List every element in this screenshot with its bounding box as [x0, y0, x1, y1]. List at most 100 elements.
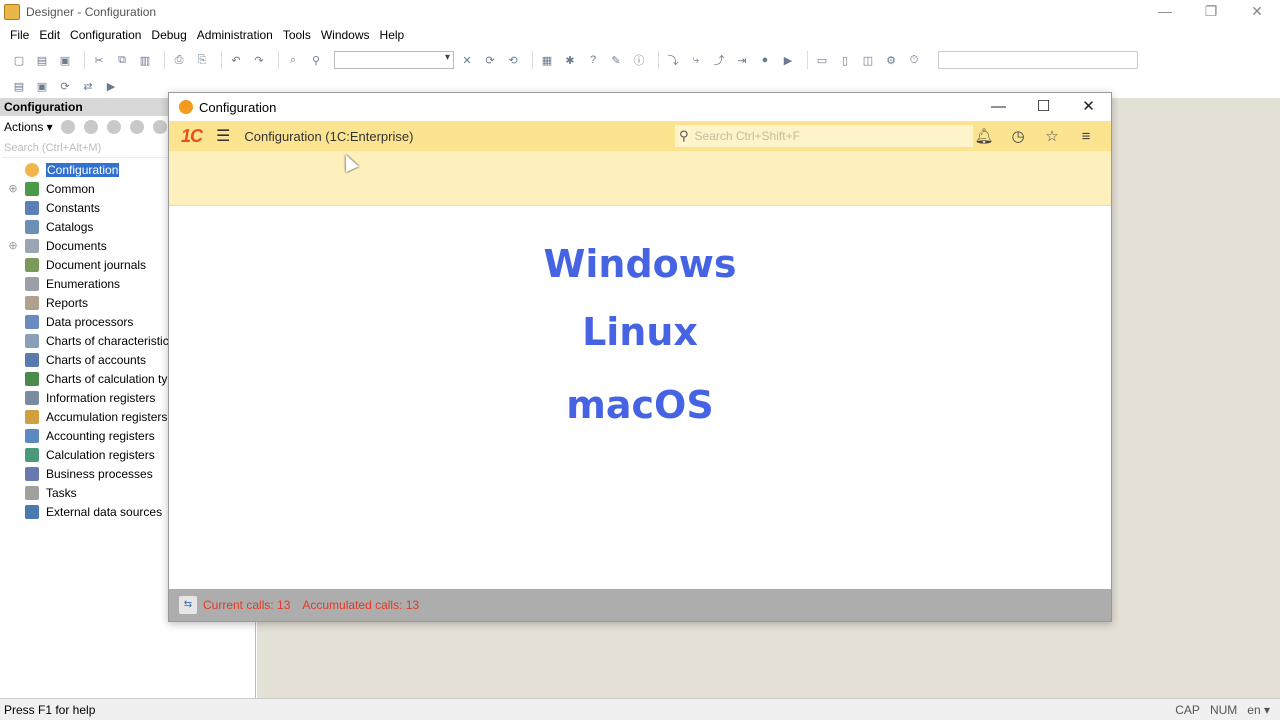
copy-icon[interactable]	[106, 120, 121, 134]
os-label-linux: Linux	[582, 310, 698, 354]
copy-icon[interactable]: ⧉	[113, 51, 131, 69]
bell-icon[interactable]: 🔔︎	[967, 127, 1001, 145]
hamburger-menu-icon[interactable]: ☰	[216, 126, 230, 146]
clear-search-icon[interactable]: ✕	[458, 51, 476, 69]
cascade-icon[interactable]: ◫	[859, 51, 877, 69]
tree-node-icon	[25, 409, 39, 424]
breakpoint-icon[interactable]: ●	[756, 51, 774, 69]
enterprise-close-button[interactable]: ✕	[1066, 93, 1111, 121]
add-icon[interactable]	[60, 120, 75, 134]
expand-icon[interactable]: ⊕	[7, 240, 19, 252]
tree-item-label: Tasks	[46, 485, 77, 500]
menu-administration[interactable]: Administration	[197, 28, 273, 42]
print-preview-icon[interactable]: ⎘	[193, 51, 211, 69]
menu-configuration[interactable]: Configuration	[70, 28, 141, 42]
paste-icon[interactable]: ▥	[136, 51, 154, 69]
debug-icon[interactable]: ✱	[561, 51, 579, 69]
search-icon: ⚲	[679, 128, 689, 143]
print-icon[interactable]: ⎙	[170, 51, 188, 69]
enterprise-content: Windows Linux macOS	[169, 206, 1111, 588]
header-icon-group: 🔔︎ ◷ ☆ ≡	[967, 121, 1103, 151]
menu-file[interactable]: File	[10, 28, 29, 42]
start-enterprise-icon[interactable]: ▶	[102, 77, 120, 95]
menu-windows[interactable]: Windows	[321, 28, 370, 42]
menu-debug[interactable]: Debug	[151, 28, 186, 42]
tools-icon[interactable]: ⚙	[882, 51, 900, 69]
info-icon[interactable]: ⓘ	[630, 51, 648, 69]
cut-icon[interactable]: ✂	[90, 51, 108, 69]
search-icon[interactable]: ⚲	[307, 51, 325, 69]
star-icon[interactable]: ☆	[1035, 127, 1069, 145]
delete-icon[interactable]	[129, 120, 144, 134]
menu-tools[interactable]: Tools	[283, 28, 311, 42]
server-calls-icon[interactable]: ⇆	[179, 596, 197, 614]
expand-icon[interactable]: ⊕	[7, 183, 19, 195]
tree-item-label: Data processors	[46, 314, 134, 329]
tree-item-label: Reports	[46, 295, 89, 310]
toolbar-divider	[278, 51, 279, 69]
edit-icon[interactable]	[83, 120, 98, 134]
search-placeholder: Search Ctrl+Shift+F	[694, 129, 800, 143]
step-over-icon[interactable]: ⤷	[687, 51, 705, 69]
tree-item-label: Enumerations	[46, 276, 121, 291]
expand-icon	[7, 468, 19, 480]
1c-app-icon	[179, 100, 193, 114]
enterprise-minimize-button[interactable]: —	[976, 93, 1021, 121]
enterprise-status-bar: ⇆ Current calls: 13 Accumulated calls: 1…	[169, 589, 1111, 621]
find-next-icon[interactable]: ⟳	[481, 51, 499, 69]
actions-button[interactable]: Actions ▾	[4, 120, 53, 134]
update-db-icon[interactable]: ⟳	[56, 77, 74, 95]
tree-item-label: Charts of accounts	[46, 352, 147, 367]
tree-item-label: Configuration	[46, 162, 120, 177]
new-icon[interactable]: ▢	[10, 51, 28, 69]
tree-item-label: Document journals	[46, 257, 147, 272]
designer-app-icon	[4, 4, 20, 20]
find-prev-icon[interactable]: ⟲	[504, 51, 522, 69]
open-icon[interactable]: ▤	[33, 51, 51, 69]
window-list-icon[interactable]: ▦	[538, 51, 556, 69]
tile-icon[interactable]: ▯	[836, 51, 854, 69]
restore-button[interactable]: ❐	[1188, 0, 1234, 24]
move-up-icon[interactable]	[152, 120, 167, 134]
module-combo[interactable]	[938, 51, 1138, 69]
tree-node-icon	[25, 257, 39, 272]
menu-help[interactable]: Help	[380, 28, 405, 42]
undo-icon[interactable]: ↶	[227, 51, 245, 69]
expand-icon	[7, 316, 19, 328]
close-button[interactable]: ✕	[1234, 0, 1280, 24]
redo-icon[interactable]: ↷	[250, 51, 268, 69]
windows-icon[interactable]: ▭	[813, 51, 831, 69]
search-combo[interactable]	[334, 51, 454, 69]
current-calls-text: Current calls: 13	[203, 598, 291, 612]
enterprise-maximize-button[interactable]: ☐	[1021, 93, 1066, 121]
run-to-cursor-icon[interactable]: ⇥	[733, 51, 751, 69]
timer-icon[interactable]: ⏱	[905, 51, 923, 69]
menu-bar: File Edit Configuration Debug Administra…	[0, 24, 1280, 46]
find-icon[interactable]: ⌕	[284, 51, 302, 69]
enterprise-window: Configuration — ☐ ✕ 1C ☰ Configuration (…	[168, 92, 1112, 622]
enterprise-window-controls: — ☐ ✕	[976, 93, 1111, 121]
config-icon[interactable]: ▤	[10, 77, 28, 95]
menu-icon[interactable]: ≡	[1069, 128, 1103, 145]
tree-node-icon	[25, 295, 39, 310]
assistant-icon[interactable]: ✎	[607, 51, 625, 69]
step-into-icon[interactable]: ⤵	[664, 51, 682, 69]
menu-edit[interactable]: Edit	[39, 28, 60, 42]
expand-icon	[7, 164, 19, 176]
tree-node-icon	[25, 333, 39, 348]
expand-icon	[7, 411, 19, 423]
minimize-button[interactable]: —	[1142, 0, 1188, 24]
step-out-icon[interactable]: ⤴	[710, 51, 728, 69]
compare-icon[interactable]: ⇄	[79, 77, 97, 95]
history-icon[interactable]: ◷	[1001, 127, 1035, 145]
continue-icon[interactable]: ▶	[779, 51, 797, 69]
enterprise-search-input[interactable]: ⚲ Search Ctrl+Shift+F	[675, 125, 973, 147]
language-selector[interactable]: en ▾	[1247, 703, 1270, 717]
tree-item-label: Information registers	[46, 390, 156, 405]
tree-item-label: Charts of calculation types	[46, 371, 187, 386]
db-config-icon[interactable]: ▣	[33, 77, 51, 95]
help-hint: Press F1 for help	[4, 702, 96, 717]
tree-item-label: Documents	[46, 238, 107, 253]
save-icon[interactable]: ▣	[56, 51, 74, 69]
syntax-help-icon[interactable]: ?	[584, 51, 602, 69]
